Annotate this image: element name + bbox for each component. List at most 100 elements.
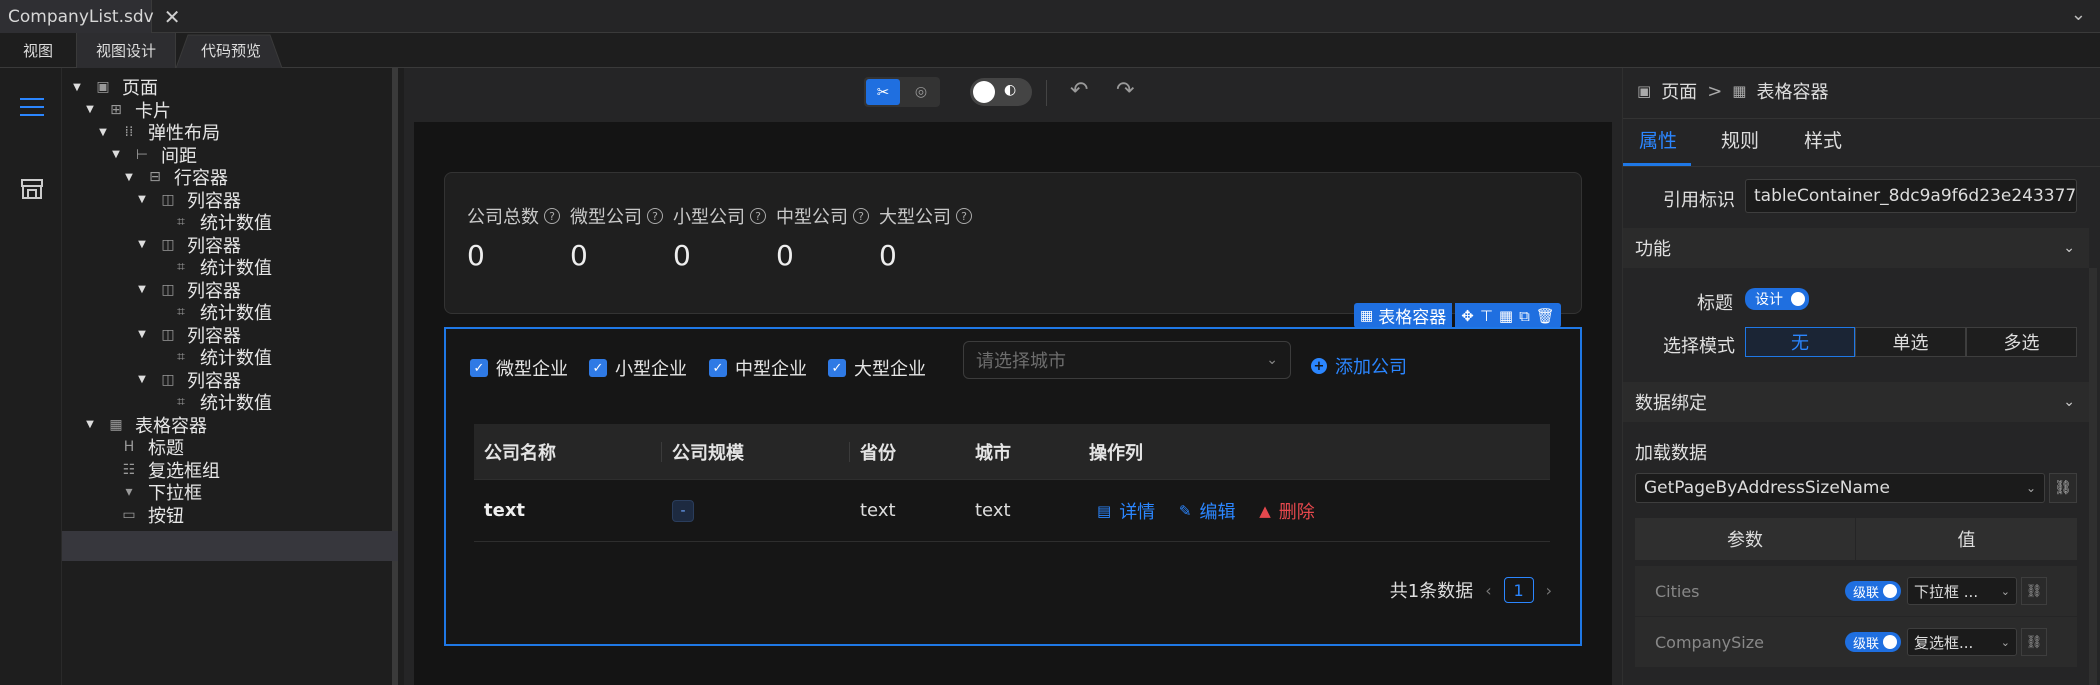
design-tool-icon[interactable]: ✂ xyxy=(866,79,900,105)
check-icon: ✓ xyxy=(709,359,727,377)
prev-page-icon[interactable]: ‹ xyxy=(1485,581,1491,600)
help-icon[interactable]: ? xyxy=(956,208,972,224)
expand-arrow-icon[interactable]: ▼ xyxy=(135,374,149,385)
load-data-label: 加载数据 xyxy=(1635,443,1707,464)
expand-arrow-icon[interactable]: ▼ xyxy=(135,194,149,205)
preview-tool-icon[interactable]: ◎ xyxy=(904,79,938,105)
theme-toggle[interactable]: ◐ xyxy=(970,78,1032,106)
expand-arrow-icon[interactable]: ▼ xyxy=(122,172,136,183)
stat-value: 0 xyxy=(467,239,485,272)
param-value: 复选框... xyxy=(1914,633,1974,652)
tab-view[interactable]: 视图 xyxy=(0,33,76,68)
section-data-binding[interactable]: 数据绑定 ⌄ xyxy=(1623,382,2089,422)
param-table-header: 参数 值 xyxy=(1635,518,2077,560)
expand-arrow-icon[interactable]: ▼ xyxy=(83,419,97,430)
column-container-icon: ◫ xyxy=(161,326,175,343)
tab-code-preview[interactable]: 代码预览 xyxy=(176,33,286,68)
delete-button[interactable]: ▲ 删除 xyxy=(1259,498,1315,524)
table-icon[interactable]: ▦ xyxy=(1499,307,1513,325)
page-icon: ▣ xyxy=(96,79,110,95)
check-icon: ✓ xyxy=(470,359,488,377)
param-value-select[interactable]: 下拉框 ... ⌄ xyxy=(1907,577,2018,605)
chevron-down-icon: ⌄ xyxy=(2063,240,2075,256)
detail-button[interactable]: ▤ 详情 xyxy=(1097,498,1155,524)
help-icon[interactable]: ? xyxy=(853,208,869,224)
copy-icon[interactable]: ⧉ xyxy=(1519,307,1530,325)
select-mode-single[interactable]: 单选 xyxy=(1855,327,1966,357)
breadcrumb-item[interactable]: 表格容器 xyxy=(1756,78,1828,104)
checkbox-medium[interactable]: ✓ 中型企业 xyxy=(709,355,807,381)
city-select[interactable]: 请选择城市 ⌄ xyxy=(963,341,1291,379)
link-icon[interactable]: ⛓ xyxy=(2049,473,2077,503)
breadcrumb-item[interactable]: 页面 xyxy=(1661,78,1697,104)
checkbox-large[interactable]: ✓ 大型企业 xyxy=(828,355,926,381)
tab-view-design[interactable]: 视图设计 xyxy=(76,33,176,68)
table-row[interactable]: text - text text ▤ 详情 ✎ 编辑 ▲ 删除 xyxy=(474,480,1550,542)
expand-arrow-icon[interactable]: ▼ xyxy=(109,149,123,160)
move-icon[interactable]: ✥ xyxy=(1461,307,1474,325)
expand-arrow-icon[interactable]: ▼ xyxy=(135,284,149,295)
close-icon[interactable]: ✕ xyxy=(164,5,181,29)
table-container[interactable]: ✓ 微型企业 ✓ 小型企业 ✓ 中型企业 ✓ 大型企业 请选择城市 ⌄ + 添加公司 公… xyxy=(444,327,1582,646)
expand-arrow-icon[interactable]: ▼ xyxy=(83,104,97,115)
table-container-icon: ▦ xyxy=(109,416,123,433)
menu-icon[interactable] xyxy=(20,96,44,118)
chevron-down-icon[interactable]: ⌄ xyxy=(2071,4,2086,25)
page-number-button[interactable]: 1 xyxy=(1503,577,1534,603)
check-circle-icon: ✓ xyxy=(2076,188,2077,204)
expand-arrow-icon[interactable]: ▼ xyxy=(70,82,84,93)
column-header[interactable]: 公司名称 xyxy=(474,424,662,480)
expand-arrow-icon[interactable]: ▼ xyxy=(135,329,149,340)
stats-card[interactable]: 公司总数? 0 微型公司? 0 小型公司? 0 中型公司? 0 大型公司? 0 xyxy=(444,172,1582,314)
help-icon[interactable]: ? xyxy=(750,208,766,224)
param-value-select[interactable]: 复选框... ⌄ xyxy=(1907,628,2018,656)
undo-icon[interactable]: ↶ xyxy=(1070,78,1088,103)
chevron-down-icon: ⌄ xyxy=(1266,352,1278,368)
tab-code-preview-label: 代码预览 xyxy=(200,42,261,60)
next-page-icon[interactable]: › xyxy=(1546,581,1552,600)
column-header[interactable]: 公司规模 xyxy=(662,424,850,480)
detail-icon: ▤ xyxy=(1097,501,1112,520)
panel-scrollbar[interactable] xyxy=(2089,268,2097,685)
ref-input[interactable]: tableContainer_8dc9a9f6d23e243377 ✓ xyxy=(1745,179,2077,213)
load-data-select[interactable]: GetPageByAddressSizeName ⌄ xyxy=(1635,473,2045,503)
table-header-row: 公司名称 公司规模 省份 城市 操作列 xyxy=(474,424,1550,480)
selection-badge-label[interactable]: ▦ 表格容器 xyxy=(1354,303,1453,328)
help-icon[interactable]: ? xyxy=(544,208,560,224)
column-header[interactable]: 省份 xyxy=(850,424,965,480)
chevron-down-icon: ⌄ xyxy=(2000,584,2011,598)
select-mode-none[interactable]: 无 xyxy=(1745,327,1855,357)
tab-styles[interactable]: 样式 xyxy=(1804,126,1842,153)
link-icon[interactable]: ⛓ xyxy=(2021,628,2048,656)
redo-icon[interactable]: ↷ xyxy=(1116,78,1134,103)
stat-label: 中型公司 xyxy=(776,207,848,228)
expand-arrow-icon[interactable]: ▼ xyxy=(96,127,110,138)
checkbox-micro[interactable]: ✓ 微型企业 xyxy=(470,355,568,381)
file-tab[interactable]: CompanyList.sdv ✕ xyxy=(0,0,180,33)
delete-icon[interactable]: 🗑 xyxy=(1536,307,1555,325)
add-company-button[interactable]: + 添加公司 xyxy=(1311,353,1407,379)
checkbox-small[interactable]: ✓ 小型企业 xyxy=(589,355,687,381)
expand-arrow-icon[interactable]: ▼ xyxy=(135,239,149,250)
column-header[interactable]: 城市 xyxy=(965,424,1079,480)
column-container-icon: ◫ xyxy=(161,236,175,253)
tree-node[interactable]: ▭ 按钮 xyxy=(120,501,184,529)
tab-rules[interactable]: 规则 xyxy=(1721,126,1759,153)
link-icon[interactable]: ⛓ xyxy=(2021,577,2048,605)
edit-button[interactable]: ✎ 编辑 xyxy=(1179,498,1236,524)
store-icon[interactable] xyxy=(20,176,44,200)
cascade-toggle[interactable]: 级联 xyxy=(1845,632,1902,652)
cell-province: text xyxy=(860,500,896,521)
tab-properties[interactable]: 属性 xyxy=(1639,126,1677,153)
column-header[interactable]: 操作列 xyxy=(1079,424,1550,480)
section-function[interactable]: 功能 ⌄ xyxy=(1623,228,2089,268)
select-parent-icon[interactable]: ⊤ xyxy=(1480,307,1493,325)
title-toggle[interactable]: 设计 xyxy=(1745,288,1809,310)
canvas-toolbar: ✂ ◎ ◐ ↶ ↷ xyxy=(404,68,1622,118)
plus-icon: + xyxy=(1311,358,1327,374)
select-mode-multi[interactable]: 多选 xyxy=(1966,327,2077,357)
help-icon[interactable]: ? xyxy=(647,208,663,224)
cascade-toggle[interactable]: 级联 xyxy=(1845,581,1902,601)
edit-icon: ✎ xyxy=(1178,501,1192,520)
stat-value: 0 xyxy=(776,239,794,272)
